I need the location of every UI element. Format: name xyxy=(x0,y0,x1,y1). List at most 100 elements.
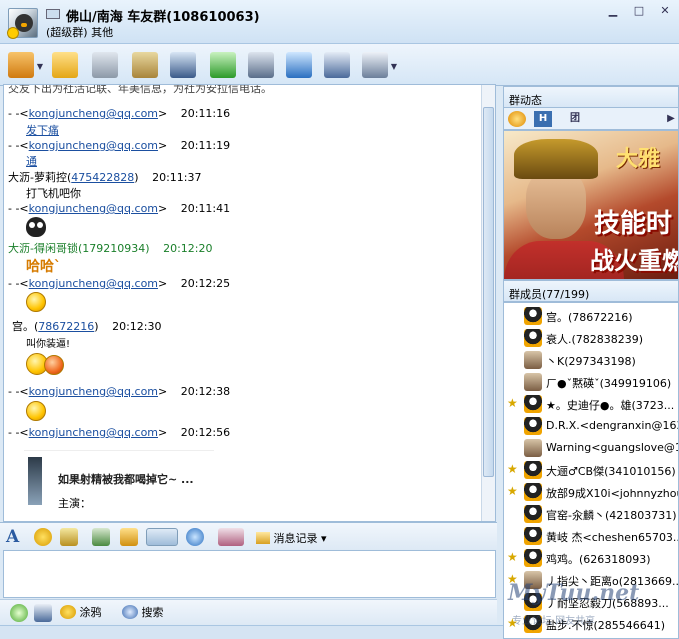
close-button[interactable]: ✕ xyxy=(657,4,673,18)
font-icon[interactable]: A xyxy=(6,528,24,546)
maximize-button[interactable]: □ xyxy=(631,4,647,18)
video-starring: 主演： xyxy=(58,497,91,510)
game-ad-banner[interactable]: 大雅 技能时 战火重燃 xyxy=(503,130,679,280)
members-header: 群成员(77/199) xyxy=(503,280,679,302)
member-name: 大逦♂CB傑(341010156) xyxy=(546,465,676,478)
member-item[interactable]: ★ 大逦♂CB傑(341010156) xyxy=(504,459,678,481)
message-suffix: > xyxy=(158,107,168,120)
sender-link[interactable]: kongjuncheng@qq.com xyxy=(29,139,158,152)
image-icon[interactable] xyxy=(92,528,110,546)
message-header: - -<kongjuncheng@qq.com> 20:12:25 xyxy=(8,277,230,290)
home-dropdown-icon[interactable]: ▼ xyxy=(37,62,43,71)
member-item[interactable]: ㄏ●ˇ黙碤ˇ(349919106) xyxy=(504,371,678,393)
chat-history-panel[interactable]: 交友下出为社活记联、年美信息，为社为安拉信电话。 - -<kongjunchen… xyxy=(3,84,496,522)
search-button[interactable]: 搜索 xyxy=(122,604,164,620)
group-avatar[interactable] xyxy=(7,8,38,39)
history-label: 消息记录 xyxy=(273,532,318,545)
graffiti-button[interactable]: 涂鸦 xyxy=(60,604,102,620)
member-item[interactable]: ★ 鸡鸡。(626318093) xyxy=(504,547,678,569)
screenshot-icon[interactable] xyxy=(146,528,178,546)
chat-scrollbar[interactable] xyxy=(481,85,495,521)
video-thumbnail[interactable] xyxy=(28,457,42,505)
window-controls: ▁ □ ✕ xyxy=(605,4,673,18)
announce-icon[interactable] xyxy=(324,52,350,78)
member-name: 黄岐 杰<cheshen65703... xyxy=(546,531,679,544)
message-body: 打飞机吧你 xyxy=(26,187,81,200)
magic-face-icon[interactable] xyxy=(60,528,78,546)
message-header: - -<kongjuncheng@qq.com> 20:11:16 xyxy=(8,107,230,120)
photo-avatar-icon xyxy=(524,351,542,369)
message-prefix: - -< xyxy=(8,107,29,120)
sender-name: 大沥-得闲哥锁 xyxy=(8,242,78,255)
shared-screen-icon[interactable] xyxy=(132,52,158,78)
banner-face xyxy=(526,169,586,239)
qq-avatar-icon xyxy=(524,527,542,545)
sender-link[interactable]: kongjuncheng@qq.com xyxy=(29,107,158,120)
app-icon[interactable] xyxy=(10,604,28,622)
member-name: 衰人.(782838239) xyxy=(546,333,644,346)
member-item[interactable]: D.R.X.<dengranxin@163... xyxy=(504,415,678,437)
member-name: D.R.X.<dengranxin@163... xyxy=(546,419,678,432)
smile-emoji-icon xyxy=(26,292,46,312)
dynamics-tabs: H 团 ▶ xyxy=(503,108,679,130)
sender-name: 宫。 xyxy=(12,320,34,333)
sender-link[interactable]: kongjuncheng@qq.com xyxy=(29,202,158,215)
sender-id-link[interactable]: 78672216 xyxy=(38,320,94,333)
message-suffix: > xyxy=(158,426,168,439)
search-globe-icon[interactable] xyxy=(286,52,312,78)
graffiti-label: 涂鸦 xyxy=(79,606,102,619)
member-name: ★。史迪仔●。雄(3723... xyxy=(546,399,675,412)
folder-icon[interactable] xyxy=(52,52,78,78)
photo-avatar-icon xyxy=(524,439,542,457)
plugin-dropdown-icon[interactable]: ▼ xyxy=(391,62,397,71)
message-prefix: - -< xyxy=(8,426,29,439)
minimize-button[interactable]: ▁ xyxy=(605,4,621,18)
tab-h[interactable]: H xyxy=(534,111,552,127)
emoticon-icon[interactable] xyxy=(34,528,52,546)
message-body[interactable]: 通 xyxy=(26,153,37,169)
chat-scrollbar-thumb[interactable] xyxy=(483,107,494,477)
member-item[interactable]: 官窑-汆麟丶(421803731) xyxy=(504,503,678,525)
message-header: - -<kongjuncheng@qq.com> 20:11:19 xyxy=(8,139,230,152)
card-game-icon[interactable] xyxy=(170,52,196,78)
window-title: 佛山/南海 车友群(108610063) xyxy=(66,10,260,25)
member-name: 放部9成X10i<johnnyzhou... xyxy=(546,487,678,500)
tab-group[interactable]: 团 xyxy=(566,111,584,127)
sender-link[interactable]: kongjuncheng@qq.com xyxy=(29,277,158,290)
sender-id-link[interactable]: 475422828 xyxy=(71,171,134,184)
settings-tools-icon[interactable] xyxy=(248,52,274,78)
plugin-icon[interactable]: ▼ xyxy=(362,52,397,78)
member-item[interactable]: ★ ★。史迪仔●。雄(3723... xyxy=(504,393,678,415)
message-time: 20:11:16 xyxy=(180,107,231,120)
shared-video-card[interactable]: 如果射精被我都喝掉它~ ... 主演： xyxy=(24,450,214,520)
member-item[interactable]: 衰人.(782838239) xyxy=(504,327,678,349)
member-item[interactable]: ★ 放部9成X10i<johnnyzhou... xyxy=(504,481,678,503)
member-item[interactable]: 丶K(297343198) xyxy=(504,349,678,371)
more-tools-icon[interactable] xyxy=(218,528,244,546)
qq-avatar-icon xyxy=(524,307,542,325)
video-title[interactable]: 如果射精被我都喝掉它~ ... xyxy=(58,471,194,487)
star-icon: ★ xyxy=(507,484,518,498)
message-body[interactable]: 发下痛 xyxy=(26,122,59,138)
history-icon xyxy=(256,532,270,544)
music-icon[interactable] xyxy=(186,528,204,546)
sender-link[interactable]: kongjuncheng@qq.com xyxy=(29,385,158,398)
tab-next-icon[interactable]: ▶ xyxy=(662,111,679,127)
message-history-button[interactable]: 消息记录 ▾ xyxy=(256,530,327,546)
member-item[interactable]: 黄岐 杰<cheshen65703... xyxy=(504,525,679,547)
album-icon[interactable] xyxy=(92,52,118,78)
save-icon[interactable] xyxy=(34,604,52,622)
home-icon[interactable]: ▼ xyxy=(8,52,43,78)
message-input[interactable] xyxy=(3,550,496,598)
member-item[interactable]: 宫。(78672216) xyxy=(504,305,678,327)
history-dropdown-icon: ▾ xyxy=(321,532,327,545)
shake-icon[interactable] xyxy=(120,528,138,546)
right-panel: 群动态 H 团 ▶ 大雅 技能时 战火重燃 群成员(77/199) 宫。(786… xyxy=(503,86,679,639)
sender-link[interactable]: kongjuncheng@qq.com xyxy=(29,426,158,439)
message-prefix: - -< xyxy=(8,385,29,398)
tab-balloon-icon[interactable] xyxy=(508,111,526,127)
owl-emoji-icon xyxy=(26,217,46,237)
member-item[interactable]: Warning<guangslove@16... xyxy=(504,437,678,459)
add-app-icon[interactable] xyxy=(210,52,236,78)
message-header: - -<kongjuncheng@qq.com> 20:11:41 xyxy=(8,202,230,215)
